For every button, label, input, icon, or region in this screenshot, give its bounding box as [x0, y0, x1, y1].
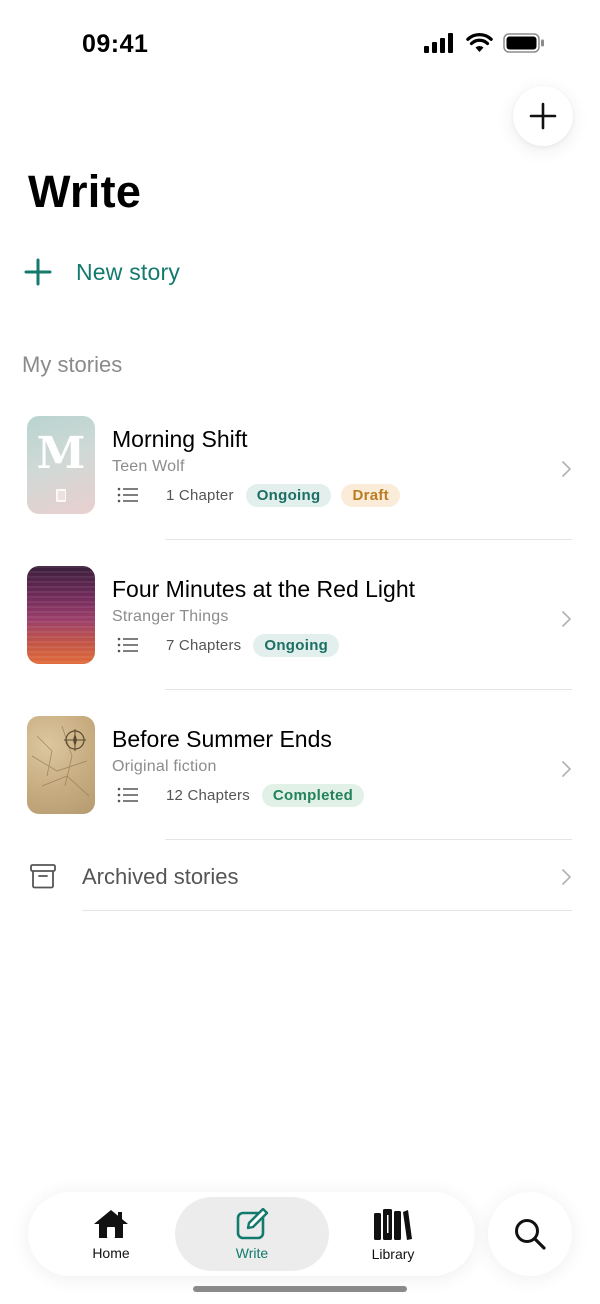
home-icon — [94, 1209, 128, 1238]
tab-home-label: Home — [92, 1244, 130, 1261]
divider — [165, 539, 572, 540]
story-row[interactable]: Four Minutes at the Red Light Stranger T… — [0, 566, 600, 716]
story-fandom: Original fiction — [112, 758, 217, 775]
book-icon — [56, 489, 66, 502]
search-button[interactable] — [488, 1192, 572, 1276]
story-title: Morning Shift — [112, 426, 248, 452]
compose-icon — [236, 1207, 269, 1239]
cover-letter: M — [36, 428, 86, 479]
archived-stories-label: Archived stories — [82, 864, 239, 889]
section-heading-my-stories: My stories — [22, 352, 123, 377]
status-bar: 09:41 — [0, 0, 600, 90]
story-cover — [27, 566, 95, 664]
chevron-right-icon — [562, 869, 571, 885]
story-fandom: Stranger Things — [112, 608, 229, 625]
status-icons — [424, 33, 545, 53]
archived-stories-row[interactable]: Archived stories — [0, 850, 600, 911]
tab-write[interactable]: Write — [175, 1197, 329, 1271]
story-fandom: Teen Wolf — [112, 458, 185, 475]
story-meta: 12 Chapters Completed — [117, 783, 374, 807]
divider — [165, 839, 572, 840]
wifi-icon — [466, 33, 493, 52]
story-row[interactable]: M Morning Shift Teen Wolf 1 Chapter Ongo… — [0, 416, 600, 566]
tab-library[interactable]: Library — [352, 1197, 434, 1271]
tab-write-label: Write — [235, 1244, 269, 1261]
cellular-signal-icon — [424, 33, 453, 53]
search-icon — [515, 1219, 546, 1250]
tab-bar: Home Write Library — [28, 1192, 475, 1276]
story-meta: 1 Chapter Ongoing Draft — [117, 483, 410, 507]
status-badge: Ongoing — [253, 633, 340, 657]
tab-library-label: Library — [371, 1245, 415, 1262]
story-cover: M — [27, 416, 95, 514]
story-title: Before Summer Ends — [112, 726, 332, 752]
status-badge: Completed — [261, 783, 365, 807]
battery-icon — [503, 33, 544, 53]
chevron-right-icon — [562, 461, 571, 477]
map-artwork — [31, 725, 90, 797]
story-meta: 7 Chapters Ongoing — [117, 633, 349, 657]
chapter-count: 7 Chapters — [166, 636, 242, 654]
divider — [82, 910, 572, 911]
status-badge: Draft — [341, 483, 400, 507]
new-story-button[interactable]: New story — [24, 252, 180, 292]
library-icon — [374, 1208, 412, 1240]
status-badge: Ongoing — [245, 483, 332, 507]
page-title: Write — [28, 166, 142, 217]
add-button[interactable] — [513, 86, 573, 146]
chevron-right-icon — [562, 611, 571, 627]
story-cover — [27, 716, 95, 814]
archive-box-icon — [30, 864, 56, 889]
new-story-label: New story — [76, 258, 181, 285]
tab-home[interactable]: Home — [68, 1197, 154, 1271]
story-title: Four Minutes at the Red Light — [112, 576, 415, 602]
chapter-count: 1 Chapter — [166, 486, 234, 504]
chapter-count: 12 Chapters — [166, 786, 250, 804]
list-icon — [117, 487, 138, 503]
plus-icon — [529, 102, 557, 130]
status-time: 09:41 — [82, 30, 149, 58]
list-icon — [117, 787, 138, 803]
divider — [165, 689, 572, 690]
chevron-right-icon — [562, 761, 571, 777]
list-icon — [117, 637, 138, 653]
home-indicator — [193, 1286, 407, 1292]
story-row[interactable]: Before Summer Ends Original fiction 12 C… — [0, 716, 600, 866]
plus-icon — [24, 258, 52, 286]
